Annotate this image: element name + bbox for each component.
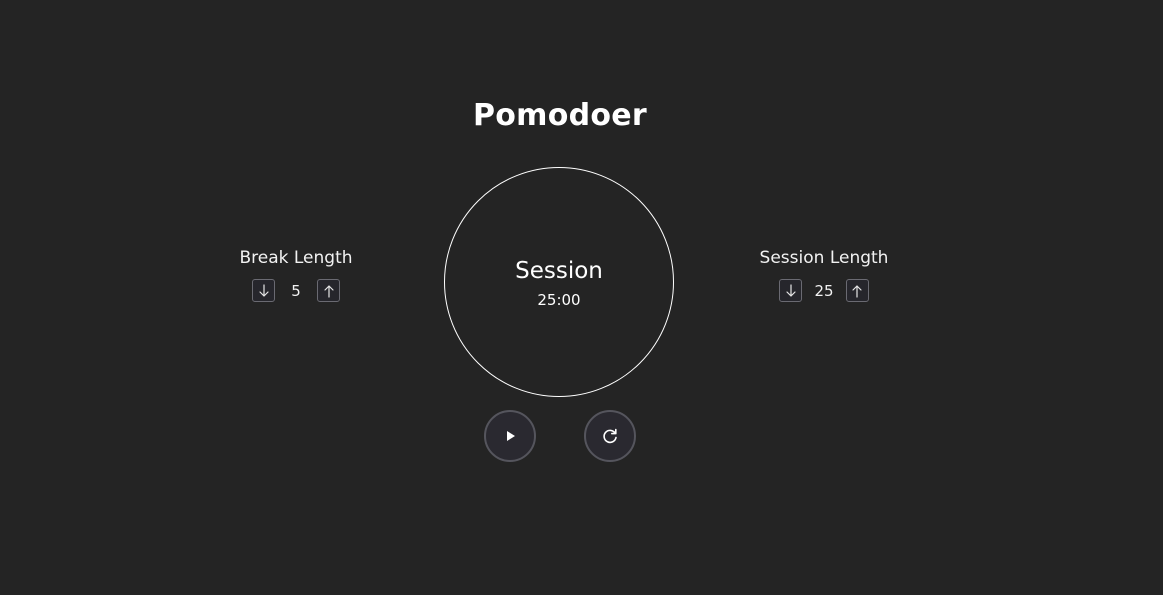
reset-button[interactable] — [584, 410, 636, 462]
session-decrement-button[interactable] — [779, 279, 803, 302]
timer-time-display: 25:00 — [537, 291, 581, 309]
break-decrement-button[interactable] — [252, 279, 275, 302]
arrow-down-icon — [258, 283, 269, 297]
refresh-icon — [603, 428, 617, 444]
session-length-value: 25 — [814, 281, 834, 300]
app-title: Pomodoer — [472, 98, 648, 133]
timer-mode-label: Session — [515, 258, 603, 284]
play-icon — [507, 431, 515, 441]
break-length-value: 5 — [291, 281, 301, 300]
play-button[interactable] — [484, 410, 536, 462]
session-increment-button[interactable] — [845, 279, 869, 302]
session-length-label: Session Length — [759, 248, 889, 268]
timer-dial: Session 25:00 — [444, 167, 674, 397]
break-length-row: 5 — [226, 279, 366, 302]
arrow-up-icon — [323, 284, 334, 298]
pomodoro-app: Pomodoer Break Length 5 Session 25:00 Se… — [0, 0, 1163, 595]
break-length-control: Break Length 5 — [226, 247, 366, 302]
break-length-label: Break Length — [239, 248, 353, 268]
session-length-control: Session Length 25 — [749, 247, 899, 302]
arrow-up-icon — [852, 284, 862, 298]
arrow-down-icon — [786, 283, 796, 297]
break-increment-button[interactable] — [317, 279, 340, 302]
session-length-row: 25 — [749, 279, 899, 302]
